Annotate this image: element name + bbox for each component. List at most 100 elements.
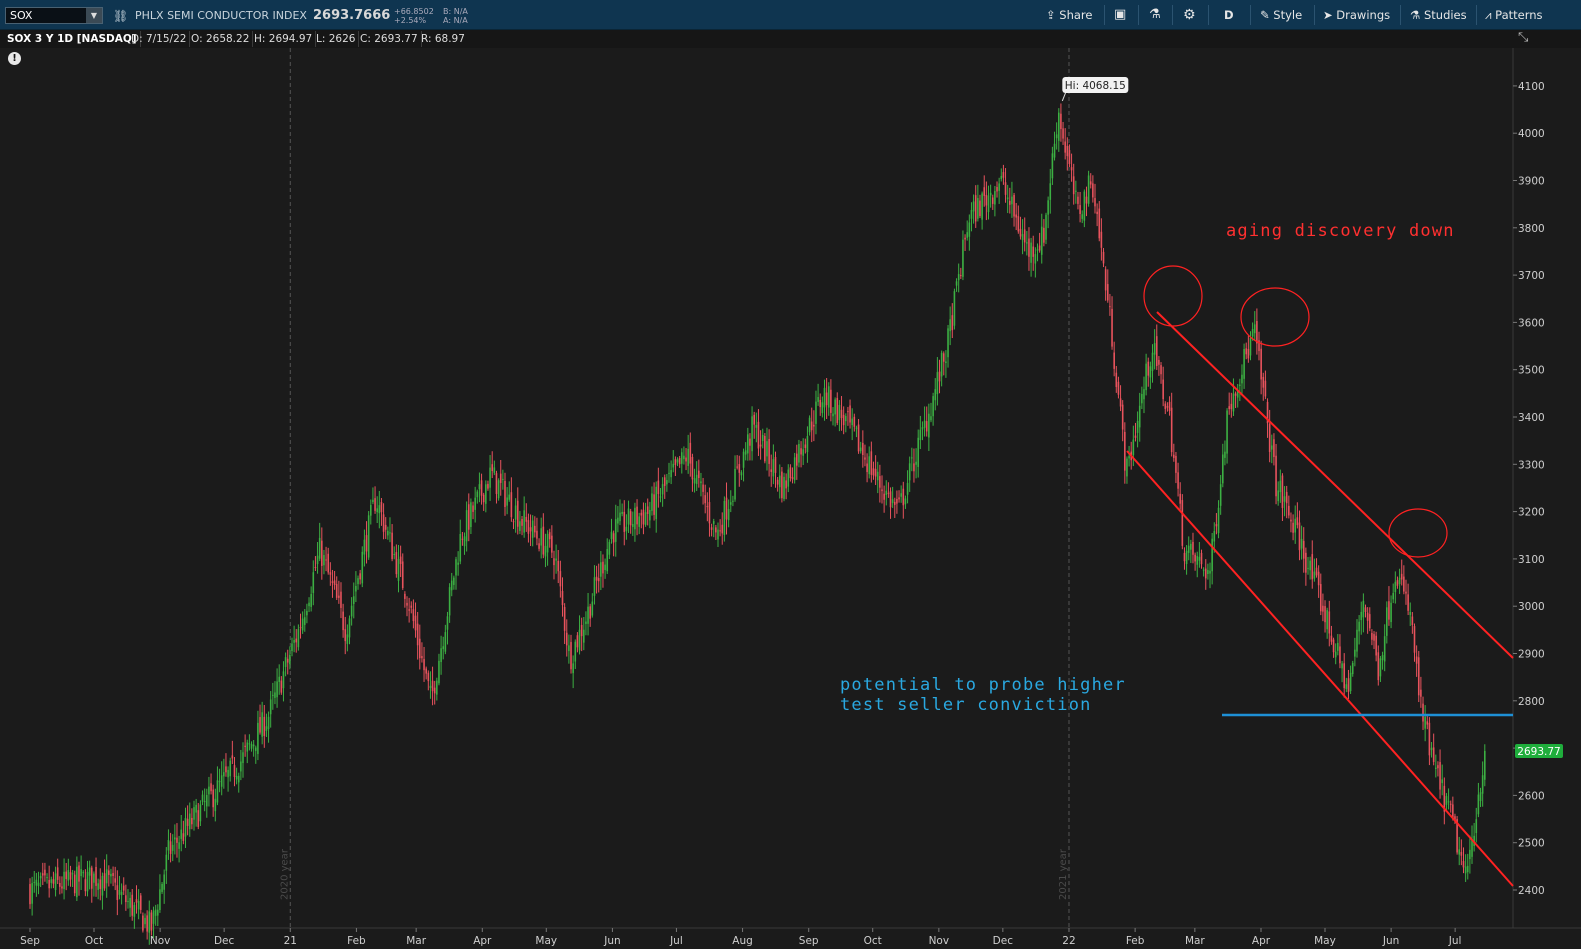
candle-body	[52, 879, 55, 884]
time-tick-label: 21	[284, 935, 297, 947]
candle-body	[101, 875, 104, 896]
candle-body	[917, 437, 920, 467]
candle-body	[1275, 455, 1277, 497]
candle-body	[1311, 554, 1314, 580]
annotation-text[interactable]: aging discovery down	[1226, 221, 1455, 241]
candle-body	[99, 879, 102, 889]
candle-body	[687, 448, 689, 466]
candle-body	[1445, 796, 1448, 805]
candle-body	[163, 874, 165, 890]
time-tick-label: Jun	[603, 935, 620, 947]
candle-body	[646, 506, 649, 514]
candle-body	[998, 183, 1000, 191]
candle-body	[668, 472, 670, 474]
gear-icon[interactable]: ⚙	[1183, 5, 1196, 25]
candle-body	[1381, 655, 1384, 661]
candle-body	[408, 609, 410, 611]
alert-icon[interactable]: !	[8, 52, 21, 65]
candle-body	[1345, 684, 1348, 689]
candle-body	[135, 899, 138, 903]
aggregation-button[interactable]: D	[1224, 5, 1234, 25]
candle-body	[423, 659, 425, 671]
candle-body	[1094, 198, 1096, 207]
candle-body	[482, 494, 485, 503]
candle-body	[625, 526, 628, 532]
candle-body	[499, 473, 502, 483]
candle-body	[348, 618, 351, 638]
candle-body	[1170, 407, 1173, 453]
candle-body	[761, 434, 764, 441]
candle-body	[830, 389, 832, 413]
expand-icon[interactable]: ⤡	[1518, 30, 1528, 45]
patterns-label: Patterns	[1495, 8, 1543, 22]
candle-body	[587, 606, 589, 624]
candle-body	[1196, 556, 1199, 565]
candle-body	[299, 627, 302, 629]
candle-body	[766, 441, 768, 457]
candle-body	[161, 883, 163, 892]
candle-body	[1143, 389, 1145, 400]
candle-body	[1424, 716, 1426, 729]
price-chart[interactable]: 2020 year2021 year 240025002600270028002…	[0, 0, 1581, 949]
candle-body	[1362, 600, 1365, 618]
candle-body	[876, 471, 879, 481]
link-icon[interactable]: ⛓	[113, 9, 128, 23]
candle-body	[1481, 775, 1484, 794]
studies-button[interactable]: ⚗ Studies	[1410, 5, 1467, 25]
candle-body	[768, 438, 770, 464]
toolbar-divider	[1400, 5, 1401, 25]
candle-body	[1085, 196, 1088, 204]
chevron-down-icon[interactable]: ▼	[86, 8, 102, 23]
candle-body	[1462, 861, 1465, 868]
candle-body	[303, 617, 306, 625]
candle-body	[879, 476, 881, 488]
candle-body	[540, 528, 542, 546]
candle-body	[825, 392, 828, 406]
time-tick-label: Jul	[669, 935, 683, 947]
chart-info-bar: SOX 3 Y 1D [NASDAQ] D: 7/15/22 O: 2658.2…	[0, 30, 1581, 48]
candle-body	[440, 648, 442, 663]
candle-body	[985, 194, 988, 206]
candle-body	[1435, 767, 1437, 769]
candle-body	[1019, 228, 1022, 237]
candle-body	[872, 468, 875, 476]
candle-body	[321, 540, 323, 566]
candle-body	[193, 807, 195, 820]
candle-body	[442, 646, 445, 650]
share-button[interactable]: ⇪ Share	[1046, 5, 1092, 25]
candle-body	[653, 494, 655, 515]
candle-body	[893, 501, 896, 505]
candle-body	[433, 687, 436, 694]
candle-body	[1426, 721, 1429, 725]
ask-value: A: N/A	[443, 16, 468, 25]
annotation-text[interactable]: potential to probe higher	[840, 675, 1126, 695]
candle-body	[557, 560, 560, 572]
candle-body	[208, 786, 210, 795]
candle-body	[689, 442, 692, 464]
candle-body	[412, 609, 415, 622]
candle-body	[832, 413, 834, 417]
candle-body	[122, 885, 125, 891]
flask-icon[interactable]: ⚗	[1149, 5, 1161, 25]
drawings-button[interactable]: ➤ Drawings	[1323, 5, 1390, 25]
symbol-input[interactable]: SOX ▼	[5, 7, 103, 24]
candle-body	[1124, 431, 1126, 471]
candle-body	[695, 474, 698, 484]
candle-body	[708, 502, 711, 524]
patterns-button[interactable]: ⩘ Patterns	[1485, 5, 1543, 25]
style-button[interactable]: ✎ Style	[1260, 5, 1302, 25]
snapshot-icon[interactable]: ▣	[1114, 5, 1126, 25]
candle-body	[103, 873, 106, 889]
candle-body	[727, 508, 730, 521]
candle-body	[866, 463, 868, 473]
candle-body	[218, 781, 221, 783]
candle-body	[542, 526, 545, 555]
annotation-text[interactable]: test seller conviction	[840, 695, 1092, 715]
candle-body	[29, 884, 31, 905]
candle-body	[1341, 663, 1343, 669]
candle-body	[868, 456, 871, 475]
toolbar-divider	[1314, 5, 1315, 25]
candle-body	[1243, 348, 1245, 379]
candle-body	[376, 508, 378, 513]
candle-body	[994, 191, 996, 205]
